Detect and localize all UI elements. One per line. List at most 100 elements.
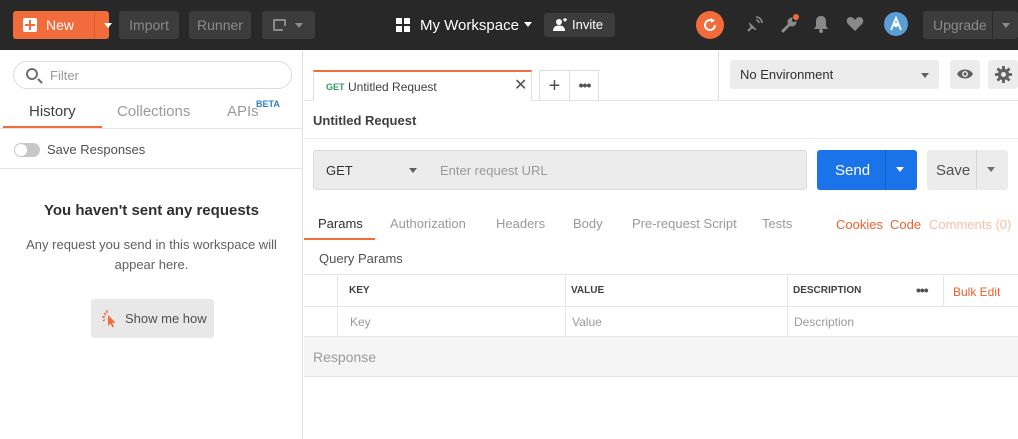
runner-button[interactable]: Runner [189,11,251,39]
query-params-label: Query Params [319,251,403,266]
tab-headers[interactable]: Headers [496,216,545,231]
request-tab-method: GET [326,82,345,92]
value-input[interactable]: Value [572,315,602,329]
add-tab-button[interactable]: + [540,71,570,101]
invite-button[interactable]: Invite [544,13,615,37]
upgrade-caret-icon[interactable] [1002,23,1010,28]
workspace-switcher[interactable]: My Workspace [396,11,536,39]
column-divider [787,275,788,337]
new-button-label: New [46,17,75,33]
divider [304,138,1018,139]
plus-icon [23,18,37,32]
tab-body[interactable]: Body [573,216,603,231]
upgrade-button-label: Upgrade [933,17,987,33]
filter-input[interactable] [50,67,280,83]
sidebar: History Collections APIs BETA Save Respo… [0,50,303,439]
grid-icon [396,18,410,32]
active-tab-indicator [304,238,375,240]
save-responses-toggle[interactable] [14,143,40,157]
column-header-description: DESCRIPTION [793,285,862,296]
bulk-edit-link[interactable]: Bulk Edit [953,285,1000,299]
environment-selected: No Environment [740,67,834,82]
eye-icon [957,69,973,79]
avatar-icon[interactable] [884,12,908,36]
column-divider [337,275,338,337]
environment-select[interactable]: No Environment [730,60,939,89]
send-caret-icon[interactable] [896,167,904,172]
save-button[interactable]: Save [927,150,1008,190]
table-options-button[interactable]: ••• [916,282,929,298]
environment-bar: No Environment [718,50,1018,100]
workspace-name: My Workspace [420,17,519,34]
tabs-divider [0,128,303,129]
request-tab-name: Untitled Request [348,80,437,94]
tab-history[interactable]: History [29,103,76,120]
send-divider [885,150,886,190]
response-panel[interactable]: Response [304,337,1018,377]
table-row-divider [304,306,1018,307]
close-icon[interactable]: ✕ [514,78,527,94]
divider [0,168,303,169]
method-selected: GET [326,163,353,178]
user-plus-icon [553,18,567,31]
params-table: KEY VALUE DESCRIPTION ••• Bulk Edit Key … [304,274,1018,337]
request-tab[interactable]: GET Untitled Request ✕ [313,70,532,101]
new-window-icon [273,19,289,32]
import-button[interactable]: Import [119,11,179,39]
manage-environments-button[interactable] [988,60,1018,89]
tab-actions: + ••• [539,70,599,101]
request-title[interactable]: Untitled Request [313,113,416,128]
gear-icon [994,65,1013,84]
show-me-how-label: Show me how [125,311,207,326]
workspace-caret-icon [524,22,532,27]
description-input[interactable]: Description [794,315,854,329]
upgrade-divider [992,11,993,39]
key-input[interactable]: Key [350,315,371,329]
tab-apis[interactable]: APIs BETA [227,99,280,120]
method-select[interactable]: GET [313,150,430,190]
satellite-icon[interactable] [745,14,765,34]
url-input[interactable] [429,150,807,190]
environment-quick-look-button[interactable] [950,60,980,89]
tab-apis-label: APIs [227,103,259,120]
tab-more-button[interactable]: ••• [570,71,599,101]
empty-state-description: Any request you send in this workspace w… [26,237,277,272]
sync-icon[interactable] [696,11,724,39]
upgrade-button[interactable]: Upgrade [923,11,1018,39]
beta-badge: BETA [256,99,280,109]
tab-collections[interactable]: Collections [117,103,190,120]
save-responses-label: Save Responses [47,142,146,157]
new-button[interactable]: New [13,11,112,39]
response-label: Response [313,349,377,365]
search-icon [26,68,38,80]
heart-icon[interactable] [845,14,865,34]
new-dropdown-caret-icon[interactable] [104,23,112,28]
send-button-label: Send [835,162,871,179]
save-caret-icon[interactable] [987,167,995,172]
code-link[interactable]: Code [890,217,921,232]
open-new-caret-icon [295,23,303,28]
tab-tests[interactable]: Tests [762,216,792,231]
tab-authorization[interactable]: Authorization [390,216,466,231]
send-button[interactable]: Send [817,150,917,190]
save-button-label: Save [936,162,971,179]
filter-box[interactable] [13,61,292,89]
show-me-how-button[interactable]: Show me how [91,299,214,338]
method-caret-icon [409,168,417,173]
cursor-click-icon [102,310,116,328]
tab-params[interactable]: Params [318,216,363,231]
invite-button-label: Invite [572,17,604,32]
tab-pre-request-script[interactable]: Pre-request Script [632,216,737,231]
column-header-key: KEY [349,285,370,296]
cookies-link[interactable]: Cookies [836,217,883,232]
new-button-divider [94,11,95,39]
column-divider [565,275,566,337]
comments-link[interactable]: Comments (0) [929,217,1011,232]
environment-caret-icon [921,73,929,78]
wrench-icon[interactable] [780,14,800,34]
open-new-button[interactable] [262,11,315,39]
column-header-value: VALUE [571,285,605,296]
app-header: New Import Runner My Workspace Invite Up… [0,0,1018,50]
empty-state-title: You haven't sent any requests [43,202,260,219]
bell-icon[interactable] [812,14,830,34]
